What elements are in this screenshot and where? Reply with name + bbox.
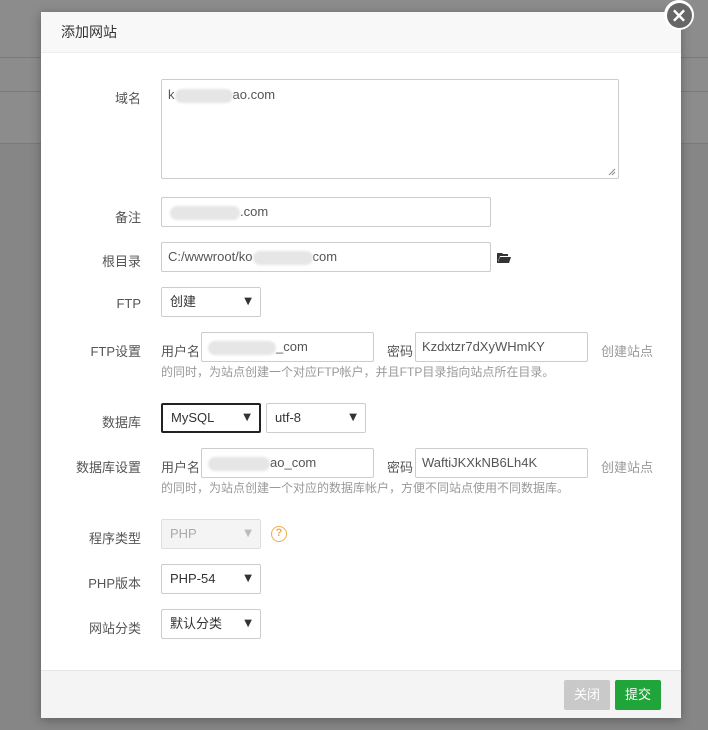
category-label: 网站分类: [88, 621, 141, 636]
ftp-hint: 的同时，为站点创建一个对应FTP帐户，并且FTP目录指向站点所在目录。: [161, 365, 555, 379]
submit-button[interactable]: 提交: [615, 680, 661, 710]
php-version-label: PHP版本: [88, 576, 141, 591]
ftp-username-input[interactable]: _com: [201, 332, 374, 362]
dialog-close-button[interactable]: ×: [664, 0, 694, 30]
folder-open-icon[interactable]: [496, 252, 512, 264]
chevron-down-icon: ▼: [244, 528, 252, 539]
root-dir-input[interactable]: C:/wwwroot/ko com: [161, 242, 491, 272]
root-dir-value-suffix: com: [312, 249, 338, 264]
db-hint: 的同时，为站点创建一个对应的数据库帐户，方便不同站点使用不同数据库。: [161, 481, 570, 495]
close-button[interactable]: 关闭: [564, 680, 610, 710]
ftp-select[interactable]: 创建 ▼: [161, 287, 261, 317]
remark-input[interactable]: .com: [161, 197, 491, 227]
ftp-user-label: 用户名: [161, 344, 201, 359]
category-select[interactable]: 默认分类 ▼: [161, 609, 261, 639]
db-settings-label: 数据库设置: [75, 460, 141, 475]
ftp-password-input[interactable]: Kzdxtzr7dXyWHmKY: [415, 332, 588, 362]
root-dir-value-prefix: C:/wwwroot/ko: [168, 249, 253, 264]
ftp-settings-label: FTP设置: [90, 344, 141, 359]
program-type-value: PHP: [170, 526, 197, 541]
add-site-dialog: 添加网站 域名 k ao.com 备注 .com 根目录 C:/wwwroot/k…: [41, 12, 681, 718]
resize-handle-icon[interactable]: [608, 168, 616, 176]
program-type-label: 程序类型: [88, 531, 141, 546]
chevron-down-icon: ▼: [243, 412, 251, 423]
ftp-hint-tail: 创建站点: [601, 344, 654, 359]
domain-value-suffix: ao.com: [232, 87, 276, 102]
category-value: 默认分类: [170, 616, 223, 631]
redacted-text: [208, 456, 270, 471]
database-label: 数据库: [101, 415, 141, 430]
chevron-down-icon: ▼: [244, 618, 252, 629]
program-type-select: PHP ▼: [161, 519, 261, 549]
root-dir-label: 根目录: [101, 254, 141, 269]
chevron-down-icon: ▼: [244, 573, 252, 584]
database-charset-select[interactable]: utf-8 ▼: [266, 403, 366, 433]
redacted-text: [170, 205, 240, 220]
database-charset-value: utf-8: [275, 410, 302, 425]
ftp-selected-value: 创建: [170, 294, 197, 309]
domain-value-prefix: k: [168, 87, 175, 102]
chevron-down-icon: ▼: [349, 412, 357, 423]
close-icon: ×: [666, 2, 692, 28]
db-hint-tail: 创建站点: [601, 460, 654, 475]
database-type-select[interactable]: MySQL ▼: [161, 403, 261, 433]
ftp-username-suffix: _com: [276, 339, 308, 354]
remark-label: 备注: [114, 210, 141, 225]
db-password-input[interactable]: WaftiJKXkNB6Lh4K: [415, 448, 588, 478]
database-type-value: MySQL: [171, 410, 215, 425]
dialog-footer: 关闭 提交: [41, 670, 681, 718]
chevron-down-icon: ▼: [244, 296, 252, 307]
php-version-value: PHP-54: [170, 571, 216, 586]
db-username-input[interactable]: ao_com: [201, 448, 374, 478]
domain-label: 域名: [114, 91, 141, 106]
redacted-text: [208, 340, 276, 355]
redacted-text: [252, 250, 313, 265]
ftp-label: FTP: [116, 296, 141, 311]
question-circle-icon[interactable]: ?: [271, 526, 287, 542]
remark-value-suffix: .com: [240, 204, 269, 219]
domain-textarea[interactable]: k ao.com: [161, 79, 619, 179]
ftp-pass-label: 密码: [387, 344, 414, 359]
redacted-text: [174, 88, 233, 103]
db-pass-label: 密码: [387, 460, 414, 475]
php-version-select[interactable]: PHP-54 ▼: [161, 564, 261, 594]
dialog-title: 添加网站: [41, 12, 681, 53]
db-username-suffix: ao_com: [270, 455, 317, 470]
db-user-label: 用户名: [161, 460, 201, 475]
